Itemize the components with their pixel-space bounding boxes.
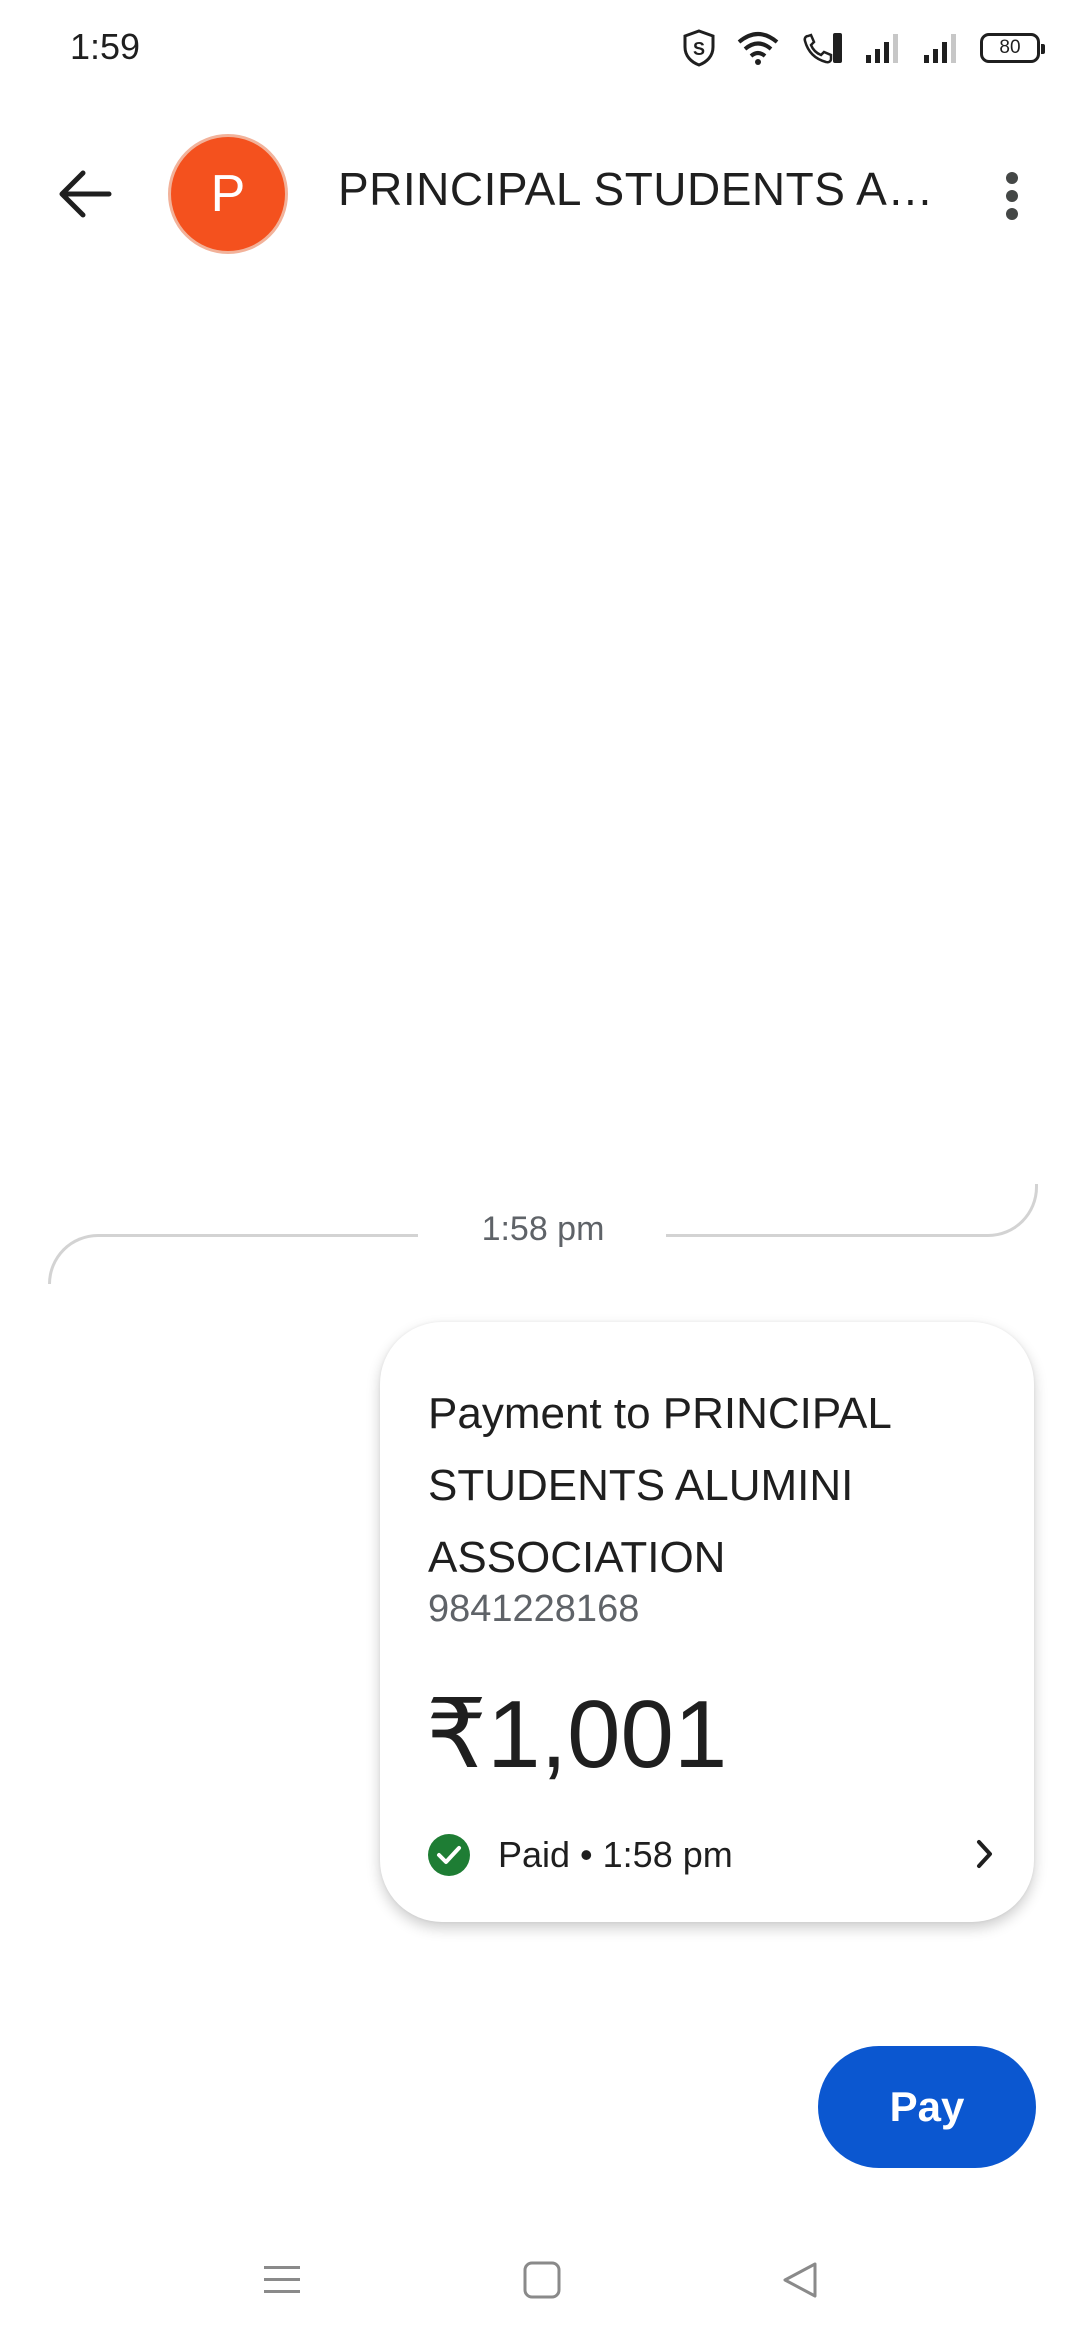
signal-icon [922,31,960,65]
check-circle-icon [428,1834,470,1876]
shield-s-icon: S [682,29,716,67]
payment-status-text: Paid • 1:58 pm [498,1834,733,1875]
payment-title: Payment to PRINCIPAL STUDENTS ALUMINI AS… [428,1389,891,1582]
svg-text:S: S [693,39,705,59]
payment-status-row: Paid • 1:58 pm [428,1830,998,1880]
timestamp-divider: 1:58 pm [48,1184,1038,1284]
contact-name-title[interactable]: PRINCIPAL STUDENTS ALUMINI ASSOCIATION [338,162,938,216]
signal-icon [864,31,902,65]
back-triangle-icon[interactable] [770,2250,830,2310]
battery-icon: 80 [980,33,1045,63]
wifi-calling-icon [800,30,844,66]
wifi-icon [736,30,780,66]
chevron-right-icon[interactable] [972,1834,998,1879]
home-square-icon[interactable] [512,2250,572,2310]
payment-card[interactable]: Payment to PRINCIPAL STUDENTS ALUMINI AS… [380,1322,1034,1922]
arrow-back-icon [59,170,112,218]
battery-level: 80 [999,37,1021,58]
more-options-icon[interactable] [990,164,1034,228]
status-bar: 1:59 S 80 [0,0,1080,96]
back-button[interactable] [40,156,130,232]
timestamp-label: 1:58 pm [481,1210,605,1248]
avatar[interactable]: P [168,134,288,254]
system-nav-bar [0,2240,1080,2320]
status-icons: S 80 [682,26,1045,70]
screen: 1:59 S 80 P PRINCIPAL STUDENTS AL 1:58 p… [0,0,1080,2340]
payment-phone: 9841228168 [428,1588,640,1630]
app-header: P PRINCIPAL STUDENTS ALUMINI ASSOCIATION [0,120,1080,266]
pay-button[interactable]: Pay [818,2046,1036,2168]
avatar-letter: P [210,165,246,223]
menu-icon[interactable] [252,2250,312,2310]
payment-amount: ₹1,001 [426,1681,728,1788]
status-time: 1:59 [70,26,141,67]
